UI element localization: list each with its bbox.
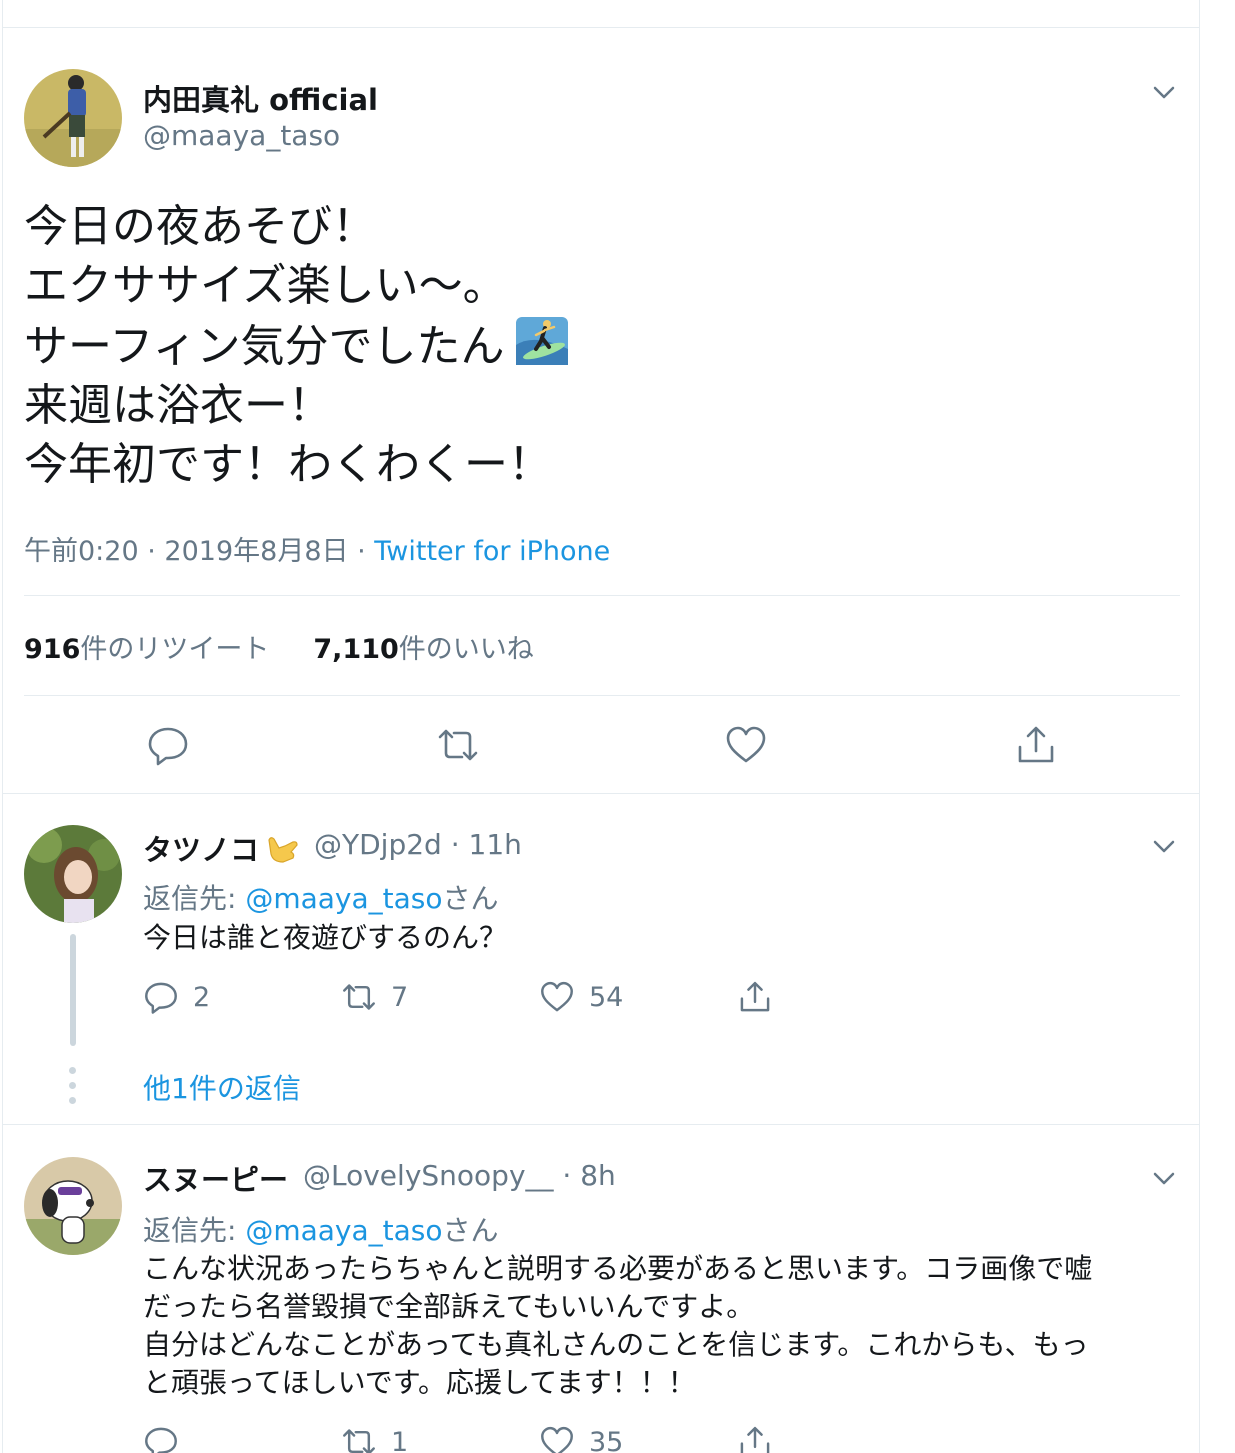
tweet-time[interactable]: 8h: [580, 1159, 616, 1192]
main-tweet: 内田真礼 official @maaya_taso 今日の夜あそび！ エクササイ…: [3, 29, 1199, 794]
like-icon: [541, 981, 573, 1012]
reply-action[interactable]: [143, 1424, 193, 1453]
reply-to: 返信先: @maaya_tasoさん: [143, 882, 499, 915]
like-action[interactable]: 35: [539, 1424, 623, 1453]
reply-action[interactable]: 2: [143, 979, 210, 1015]
reply-text: こんな状況あったらちゃんと説明する必要があると思います。コラ画像で嘘 だったら名…: [143, 1250, 1092, 1402]
retweet-action[interactable]: 7: [341, 979, 408, 1015]
avatar[interactable]: [24, 69, 122, 167]
share-action[interactable]: [737, 1424, 787, 1453]
chevron-down-icon[interactable]: [1149, 831, 1179, 861]
tweet-stats: 916件のリツイート 7,110件のいいね: [24, 627, 534, 666]
reply-text: 今日は誰と夜遊びするのん？: [143, 919, 507, 957]
user-handle[interactable]: @YDjp2d: [314, 828, 442, 861]
retweet-action[interactable]: 1: [341, 1424, 408, 1453]
tweet-text: 今日の夜あそび！ エクササイズ楽しい〜。 サーフィン気分でしたん 来週は浴衣ー！…: [24, 197, 570, 494]
retweet-icon: [343, 984, 375, 1010]
avatar[interactable]: [24, 825, 122, 923]
retweet-label: 件のリツイート: [80, 634, 270, 665]
tweet-metadata: 午前0:20 · 2019年8月8日 · Twitter for iPhone: [24, 529, 610, 568]
like-count: 35: [589, 1426, 624, 1453]
retweet-count: 7: [391, 981, 409, 1013]
show-more-replies-link[interactable]: 他1件の返信: [143, 1067, 301, 1107]
previous-item-edge: [3, 0, 1199, 28]
reply-line: だったら名誉毀損で全部訴えてもいいんですよ。: [143, 1290, 755, 1323]
divider: [24, 595, 1180, 596]
divider: [24, 695, 1180, 696]
share-icon: [740, 981, 770, 1012]
tweet-source-link[interactable]: Twitter for iPhone: [374, 536, 610, 567]
reply-tweet[interactable]: スヌーピー @LovelySnoopy__ · 8h 返信先: @maaya_t…: [3, 1126, 1199, 1453]
avatar[interactable]: [24, 1157, 122, 1255]
retweet-icon[interactable]: [436, 723, 480, 767]
separator-dot: ·: [562, 1159, 572, 1192]
surfer-emoji-icon: [516, 317, 569, 365]
mention-link[interactable]: @maaya_taso: [245, 1214, 442, 1247]
thread-dots: [69, 1067, 77, 1112]
chevron-down-icon[interactable]: [1149, 77, 1179, 107]
reply-count: 2: [193, 981, 211, 1013]
user-handle[interactable]: @LovelySnoopy__: [303, 1159, 554, 1192]
mention-link[interactable]: @maaya_taso: [245, 882, 442, 915]
call-me-hand-icon: [268, 837, 298, 863]
reply-icon: [145, 982, 177, 1014]
like-icon: [541, 1426, 573, 1453]
tweet-line: サーフィン気分でしたん: [24, 315, 570, 376]
display-name[interactable]: 内田真礼 official: [143, 77, 378, 119]
share-icon[interactable]: [1014, 723, 1058, 767]
reply-to: 返信先: @maaya_tasoさん: [143, 1214, 499, 1247]
like-icon[interactable]: [724, 723, 768, 767]
retweet-icon: [343, 1429, 375, 1453]
retweet-count: 1: [391, 1426, 409, 1453]
reply-icon[interactable]: [146, 723, 190, 767]
thread-line: [70, 934, 76, 1046]
like-stat[interactable]: 7,110件のいいね: [313, 634, 533, 665]
handle-time: @YDjp2d · 11h: [314, 828, 522, 861]
reply-line: こんな状況あったらちゃんと説明する必要があると思います。コラ画像で嘘: [143, 1252, 1093, 1285]
share-action[interactable]: [737, 979, 787, 1015]
tweet-line: 来週は浴衣ー！: [24, 380, 332, 431]
reply-line: 自分はどんなことがあっても真礼さんのことを信じます。これからも、もっ: [143, 1328, 1089, 1361]
display-name[interactable]: スヌーピー: [143, 1157, 288, 1199]
separator-dot: ·: [357, 536, 366, 567]
like-action[interactable]: 54: [539, 979, 623, 1015]
separator-dot: ·: [147, 536, 156, 567]
display-name[interactable]: タツノコ: [143, 827, 301, 869]
reply-icon: [145, 1427, 177, 1453]
chevron-down-icon[interactable]: [1149, 1163, 1179, 1193]
user-handle[interactable]: @maaya_taso: [143, 119, 340, 152]
handle-time: @LovelySnoopy__ · 8h: [303, 1159, 616, 1192]
tweet-column: 内田真礼 official @maaya_taso 今日の夜あそび！ エクササイ…: [2, 0, 1200, 1453]
tweet-time[interactable]: 11h: [469, 828, 522, 861]
tweet-line: 今日の夜あそび！: [24, 201, 376, 252]
reply-line: 今日は誰と夜遊びするのん？: [143, 921, 508, 954]
retweet-count: 916: [24, 634, 81, 665]
separator-dot: ·: [450, 828, 460, 861]
tweet-line: エクササイズ楽しい〜。: [24, 260, 507, 311]
tweet-date[interactable]: 2019年8月8日: [164, 536, 348, 567]
share-icon: [740, 1426, 770, 1453]
like-count: 54: [589, 981, 624, 1013]
reply-tweet[interactable]: タツノコ @YDjp2d · 11h 返信先: @maaya_tasoさん 今日…: [3, 795, 1199, 1125]
tweet-line: 今年初です！わくわくー！: [24, 439, 552, 490]
like-count: 7,110: [313, 634, 399, 665]
like-label: 件のいいね: [398, 634, 534, 665]
tweet-time[interactable]: 午前0:20: [24, 536, 139, 567]
reply-line: と頑張ってほしいです。応援してます！！！: [143, 1366, 696, 1399]
retweet-stat[interactable]: 916件のリツイート: [24, 634, 269, 665]
